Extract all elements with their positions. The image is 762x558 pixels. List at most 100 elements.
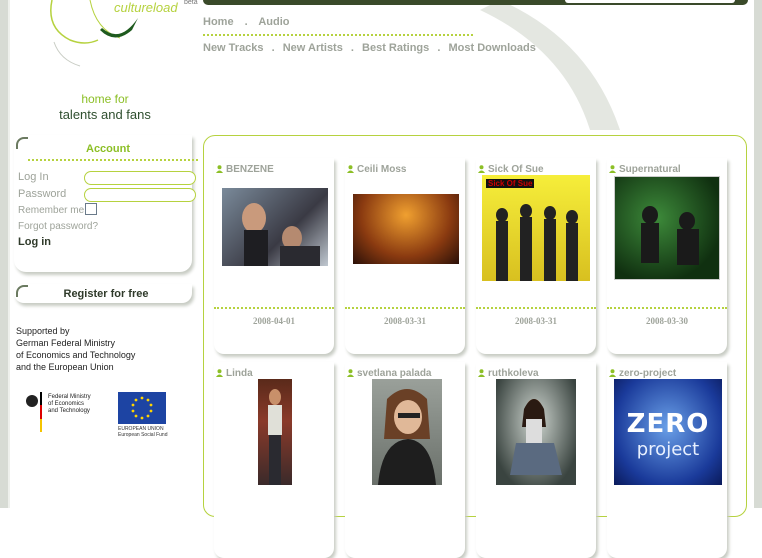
user-icon <box>216 369 223 377</box>
artist-name[interactable]: Ceili Moss <box>347 164 406 175</box>
remember-me-label: Remember me <box>18 205 85 216</box>
artist-name[interactable]: zero-project <box>609 368 676 379</box>
left-border-inner <box>8 0 10 508</box>
artist-name[interactable]: svetlana palada <box>347 368 431 379</box>
search-bar-slot <box>565 0 735 3</box>
artist-name-text: ruthkoleva <box>488 368 539 379</box>
artist-photo[interactable]: ZERO project <box>614 379 722 485</box>
artist-date: 2008-03-31 <box>515 316 557 326</box>
eu-text: EUROPEAN UNION European Social Fund <box>118 426 167 438</box>
bmwi-line: and Technology <box>48 408 90 414</box>
nav-best-ratings-link[interactable]: Best Ratings <box>362 42 429 54</box>
nav-separator: . <box>271 42 275 54</box>
nav-home-link[interactable]: Home <box>203 16 234 28</box>
artist-photo[interactable] <box>496 379 576 485</box>
nav-new-tracks-link[interactable]: New Tracks <box>203 42 264 54</box>
artist-grid: BENZENE 2008-04-01 Ceili Moss 2008-03-31… <box>203 135 747 558</box>
card-divider <box>214 307 334 309</box>
eu-line: European Social Fund <box>118 432 168 438</box>
primary-nav: Home . Audio <box>203 16 298 28</box>
card-divider <box>607 307 727 309</box>
user-icon <box>609 165 616 173</box>
forgot-password-link[interactable]: Forgot password? <box>18 221 98 232</box>
bmwi-text: Federal Ministry of Economics and Techno… <box>48 394 91 415</box>
account-divider <box>28 159 198 161</box>
artist-name[interactable]: ruthkoleva <box>478 368 539 379</box>
site-logo[interactable]: cultureload beta <box>40 0 198 70</box>
nav-divider <box>203 34 473 36</box>
secondary-nav: New Tracks . New Artists . Best Ratings … <box>203 42 541 54</box>
register-link[interactable]: Register for free <box>14 288 198 300</box>
artist-card[interactable]: Ceili Moss 2008-03-31 <box>345 158 465 354</box>
register-panel[interactable]: Register for free <box>14 284 192 303</box>
artist-card[interactable]: ruthkoleva <box>476 362 596 558</box>
artist-name[interactable]: Linda <box>216 368 253 379</box>
support-line: and the European Union <box>16 362 114 372</box>
user-icon <box>347 369 354 377</box>
nav-audio-link[interactable]: Audio <box>258 16 289 28</box>
artist-name-text: Sick Of Sue <box>488 164 544 175</box>
artist-name-text: zero-project <box>619 368 677 379</box>
user-icon <box>347 165 354 173</box>
eu-flag-icon <box>118 392 166 424</box>
support-line: of Economics and Technology <box>16 350 136 360</box>
password-label: Password <box>18 188 67 200</box>
bmwi-line: of Economics <box>48 401 85 407</box>
artist-name-text: Linda <box>226 368 253 379</box>
support-line: Supported by <box>16 326 70 336</box>
eu-logo[interactable]: EUROPEAN UNION European Social Fund <box>118 392 168 440</box>
password-input[interactable] <box>84 188 196 202</box>
user-icon <box>478 165 485 173</box>
artist-card[interactable]: Linda <box>214 362 334 558</box>
remember-me-checkbox[interactable] <box>85 203 97 215</box>
artist-photo[interactable] <box>353 194 459 264</box>
left-border <box>0 0 8 508</box>
login-input[interactable] <box>84 171 196 185</box>
nav-new-artists-link[interactable]: New Artists <box>283 42 343 54</box>
artist-photo[interactable] <box>372 379 442 485</box>
tagline-line1: home for <box>81 92 129 106</box>
artist-card[interactable]: zero-project ZERO project <box>607 362 727 558</box>
album-text: ZERO <box>626 409 710 439</box>
artist-name-text: svetlana palada <box>357 368 432 379</box>
artist-photo[interactable]: Sick Of Sue <box>482 175 590 281</box>
artist-photo[interactable] <box>222 188 328 266</box>
nav-separator: . <box>350 42 354 54</box>
background-swoosh <box>480 0 620 130</box>
account-title: Account <box>86 143 130 155</box>
artist-name-text: Ceili Moss <box>357 164 407 175</box>
artist-date: 2008-03-30 <box>646 316 688 326</box>
artist-date: 2008-03-31 <box>384 316 426 326</box>
artist-name[interactable]: BENZENE <box>216 164 274 175</box>
account-panel: Account Log In Password Remember me Forg… <box>14 135 198 272</box>
artist-name-text: BENZENE <box>226 164 274 175</box>
card-divider <box>345 307 465 309</box>
tagline: home for talents and fans <box>40 92 170 122</box>
artist-card[interactable]: Supernatural 2008-03-30 <box>607 158 727 354</box>
album-subtext: project <box>636 439 700 460</box>
card-divider <box>476 307 596 309</box>
artist-name[interactable]: Supernatural <box>609 164 681 175</box>
artist-card[interactable]: svetlana palada <box>345 362 465 558</box>
user-icon <box>216 165 223 173</box>
logo-wordmark: cultureload <box>114 0 178 15</box>
artist-date: 2008-04-01 <box>253 316 295 326</box>
right-border <box>754 0 762 508</box>
artist-name-text: Supernatural <box>619 164 681 175</box>
artist-photo[interactable] <box>258 379 292 485</box>
artist-name[interactable]: Sick Of Sue <box>478 164 544 175</box>
user-icon <box>609 369 616 377</box>
login-label: Log In <box>18 171 49 183</box>
user-icon <box>478 369 485 377</box>
support-line: German Federal Ministry <box>16 338 116 348</box>
nav-separator: . <box>244 16 248 28</box>
support-text: Supported by German Federal Ministry of … <box>16 325 135 373</box>
artist-card[interactable]: BENZENE 2008-04-01 <box>214 158 334 354</box>
artist-photo[interactable] <box>614 176 720 280</box>
artist-card[interactable]: Sick Of Sue Sick Of Sue 2008-03-31 <box>476 158 596 354</box>
bmwi-line: Federal Ministry <box>48 394 91 400</box>
nav-most-downloads-link[interactable]: Most Downloads <box>448 42 535 54</box>
login-button[interactable]: Log in <box>18 236 51 248</box>
bmwi-logo[interactable]: Federal Ministry of Economics and Techno… <box>24 392 104 437</box>
german-eagle-icon <box>26 392 42 432</box>
